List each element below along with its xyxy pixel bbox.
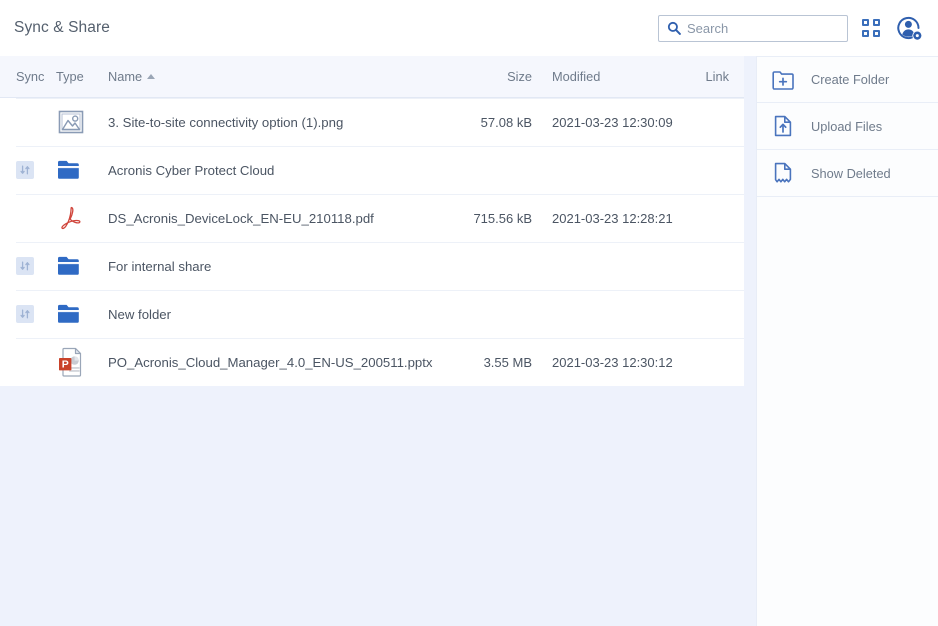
file-name[interactable]: Acronis Cyber Protect Cloud <box>108 163 440 178</box>
actions-sidebar: Create Folder Upload Files <box>756 56 938 626</box>
file-modified: 2021-03-23 12:30:09 <box>532 115 682 130</box>
header-actions <box>658 13 924 43</box>
sidebar-item-label: Upload Files <box>811 119 882 134</box>
column-header-modified[interactable]: Modified <box>532 69 682 84</box>
file-size: 3.55 MB <box>440 355 532 370</box>
svg-text:P: P <box>62 358 69 370</box>
sort-asc-caret-icon <box>147 74 155 79</box>
table-header-row: Sync Type Name Size Modified Link <box>0 56 744 98</box>
search-box[interactable] <box>658 15 848 42</box>
file-name[interactable]: For internal share <box>108 259 440 274</box>
torn-file-icon <box>771 161 797 185</box>
table-row[interactable]: New folder <box>0 290 744 338</box>
file-size: 715.56 kB <box>440 211 532 226</box>
folder-icon <box>56 157 108 183</box>
sidebar-item-upload-files[interactable]: Upload Files <box>757 103 938 150</box>
table-row[interactable]: DS_Acronis_DeviceLock_EN-EU_210118.pdf 7… <box>0 194 744 242</box>
file-name[interactable]: PO_Acronis_Cloud_Manager_4.0_EN-US_20051… <box>108 355 440 370</box>
sidebar-item-label: Create Folder <box>811 72 889 87</box>
column-header-size[interactable]: Size <box>440 69 532 84</box>
search-input[interactable] <box>687 21 841 36</box>
file-name[interactable]: 3. Site-to-site connectivity option (1).… <box>108 115 440 130</box>
column-header-name-label: Name <box>108 69 142 84</box>
grid-view-icon[interactable] <box>862 19 880 37</box>
row-sync-cell <box>0 161 56 179</box>
column-header-name[interactable]: Name <box>108 69 440 84</box>
file-modified: 2021-03-23 12:30:12 <box>532 355 682 370</box>
file-upload-icon <box>771 114 797 138</box>
sync-and-share-app: Sync & Share <box>0 0 938 626</box>
search-icon <box>667 21 681 35</box>
user-settings-avatar-icon[interactable] <box>894 13 924 43</box>
file-name[interactable]: DS_Acronis_DeviceLock_EN-EU_210118.pdf <box>108 211 440 226</box>
app-header: Sync & Share <box>0 0 938 56</box>
file-modified: 2021-03-23 12:28:21 <box>532 211 682 226</box>
sync-arrows-icon[interactable] <box>16 257 34 275</box>
sidebar-item-create-folder[interactable]: Create Folder <box>757 56 938 103</box>
body: Sync Type Name Size Modified Link <box>0 56 938 626</box>
column-header-link[interactable]: Link <box>682 69 744 84</box>
row-sync-cell <box>0 305 56 323</box>
table-row[interactable]: For internal share <box>0 242 744 290</box>
file-table: Sync Type Name Size Modified Link <box>0 56 744 386</box>
file-list-panel: Sync Type Name Size Modified Link <box>0 56 756 626</box>
table-row[interactable]: 3. Site-to-site connectivity option (1).… <box>0 98 744 146</box>
sidebar-item-label: Show Deleted <box>811 166 891 181</box>
column-header-type[interactable]: Type <box>56 69 108 84</box>
pdf-file-icon <box>56 203 108 233</box>
folder-plus-icon <box>771 68 797 92</box>
page-title: Sync & Share <box>14 19 110 37</box>
file-size: 57.08 kB <box>440 115 532 130</box>
folder-icon <box>56 253 108 279</box>
row-sync-cell <box>0 257 56 275</box>
folder-icon <box>56 301 108 327</box>
column-header-sync[interactable]: Sync <box>0 69 56 84</box>
table-row[interactable]: P PO_Acronis_Cloud_Manager_4.0_EN-US_200… <box>0 338 744 386</box>
table-row[interactable]: Acronis Cyber Protect Cloud <box>0 146 744 194</box>
sync-arrows-icon[interactable] <box>16 161 34 179</box>
file-name[interactable]: New folder <box>108 307 440 322</box>
sidebar-item-show-deleted[interactable]: Show Deleted <box>757 150 938 197</box>
sync-arrows-icon[interactable] <box>16 305 34 323</box>
image-file-icon <box>56 109 108 135</box>
powerpoint-file-icon: P <box>56 345 108 379</box>
